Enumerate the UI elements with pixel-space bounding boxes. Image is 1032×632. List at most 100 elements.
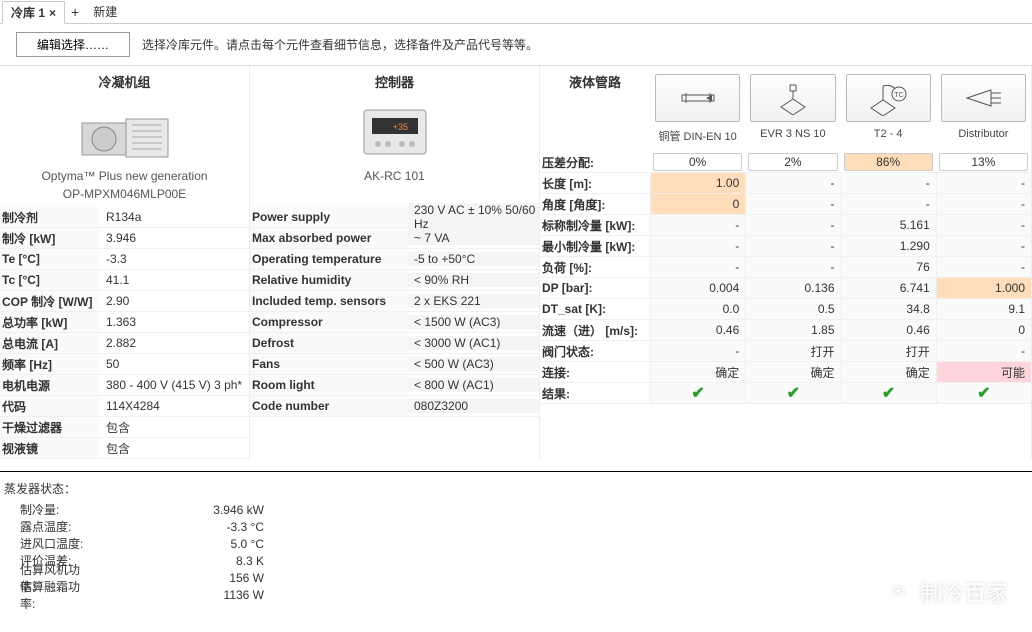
prop-label: 代码: [0, 396, 100, 416]
liquid-cell[interactable]: 0%: [653, 153, 742, 171]
prop-value: -5 to +50°C: [408, 252, 539, 266]
col1-header: 冷凝机组: [0, 66, 249, 97]
col2-row: Compressor< 1500 W (AC3): [250, 312, 539, 333]
status-row: 估算风机功率:156 W: [4, 569, 1028, 586]
prop-value: 3.946: [100, 231, 249, 245]
liquid-cell: 打开: [841, 341, 936, 361]
wechat-icon: ✉: [884, 578, 912, 606]
liquid-cell: 0.46: [841, 320, 936, 340]
liquid-cell: ✔: [650, 383, 745, 403]
liquid-cell: -: [650, 341, 745, 361]
prop-label: Compressor: [250, 312, 408, 332]
col1-row: 视液镜包含: [0, 438, 249, 459]
component-label: EVR 3 NS 10: [747, 126, 838, 146]
liquid-cell: 1.85: [745, 320, 840, 340]
prop-value: 1.363: [100, 315, 249, 329]
col2-row: Fans< 500 W (AC3): [250, 354, 539, 375]
liquid-row: DT_sat [K]:0.00.534.89.1: [540, 299, 1031, 320]
col3-header: 液体管路: [540, 66, 650, 152]
col2-row: Defrost< 3000 W (AC1): [250, 333, 539, 354]
liquid-label: 负荷 [%]:: [540, 259, 650, 276]
col1-row: 制冷 [kW]3.946: [0, 228, 249, 249]
liquid-cell: -: [650, 236, 745, 256]
prop-label: 总电流 [A]: [0, 333, 100, 353]
liquid-cell: 可能: [936, 362, 1031, 382]
liquid-cell: 5.161: [841, 215, 936, 235]
component-valve[interactable]: EVR 3 NS 10: [745, 66, 840, 152]
tab-coldroom-1[interactable]: 冷库 1 ×: [2, 1, 65, 24]
status-label: 进风口温度:: [4, 535, 84, 552]
liquid-cell: -: [650, 257, 745, 277]
check-icon: ✔: [882, 383, 895, 403]
liquid-row: 角度 [角度]:0---: [540, 194, 1031, 215]
prop-value: 080Z3200: [408, 399, 539, 413]
liquid-cell: -: [936, 236, 1031, 256]
prop-label: 干燥过滤器: [0, 417, 100, 437]
status-row: 估算融霜功率:1136 W: [4, 586, 1028, 603]
liquid-label: 长度 [m]:: [540, 175, 650, 192]
liquid-cell: -: [841, 173, 936, 193]
prop-value: 2 x EKS 221: [408, 294, 539, 308]
component-label: T2 - 4: [843, 126, 934, 146]
component-distributor[interactable]: Distributor: [936, 66, 1031, 152]
col2-row: Room light< 800 W (AC1): [250, 375, 539, 396]
prop-value: 包含: [100, 419, 249, 436]
liquid-cell: 0.136: [745, 278, 840, 298]
controller-image[interactable]: +35: [250, 97, 539, 167]
prop-value: -3.3: [100, 252, 249, 266]
tab-new[interactable]: 新建: [85, 1, 125, 22]
col2-row: Power supply230 V AC ± 10% 50/60 Hz: [250, 207, 539, 228]
component-txv[interactable]: TC T2 - 4: [841, 66, 936, 152]
liquid-cell[interactable]: 1.000: [936, 278, 1031, 298]
liquid-cell[interactable]: 13%: [939, 153, 1028, 171]
close-icon[interactable]: ×: [49, 6, 56, 20]
component-pipe[interactable]: 铜管 DIN-EN 10: [650, 66, 745, 152]
liquid-cell[interactable]: 86%: [844, 153, 933, 171]
svg-text:TC: TC: [894, 92, 903, 99]
watermark: ✉ 制冷百家: [884, 576, 1008, 608]
prop-value: 380 - 400 V (415 V) 3 ph*: [100, 378, 249, 392]
prop-value: 230 V AC ± 10% 50/60 Hz: [408, 203, 539, 231]
prop-value: 包含: [100, 440, 249, 457]
controller-icon: +35: [360, 106, 430, 158]
col1-row: 总电流 [A]2.882: [0, 333, 249, 354]
liquid-cell: 0.46: [650, 320, 745, 340]
col1-row: 电机电源380 - 400 V (415 V) 3 ph*: [0, 375, 249, 396]
liquid-cell: 0.004: [650, 278, 745, 298]
pipe-icon: [655, 74, 740, 122]
status-row: 露点温度:-3.3 °C: [4, 518, 1028, 535]
liquid-label: 结果:: [540, 385, 650, 402]
liquid-cell: -: [936, 173, 1031, 193]
liquid-cell: -: [936, 215, 1031, 235]
prop-label: 频率 [Hz]: [0, 354, 100, 374]
liquid-cell: ✔: [841, 383, 936, 403]
component-label: Distributor: [938, 126, 1029, 146]
prop-value: < 1500 W (AC3): [408, 315, 539, 329]
liquid-cell: -: [936, 257, 1031, 277]
col-controller: 控制器 +35 AK-RC 101 Power supply230 V AC ±…: [250, 66, 540, 459]
prop-label: Included temp. sensors: [250, 291, 408, 311]
prop-label: Te [°C]: [0, 249, 100, 269]
col2-header: 控制器: [250, 66, 539, 97]
liquid-label: 最小制冷量 [kW]:: [540, 238, 650, 255]
prop-label: COP 制冷 [W/W]: [0, 291, 100, 311]
liquid-cell[interactable]: 1.00: [650, 173, 745, 193]
liquid-cell: 确定: [745, 362, 840, 382]
liquid-label: 阀门状态:: [540, 343, 650, 360]
liquid-cell[interactable]: 0: [650, 194, 745, 214]
liquid-cell[interactable]: 2%: [748, 153, 837, 171]
compressor-icon: [80, 105, 170, 160]
condensing-unit-image[interactable]: [0, 97, 249, 167]
col1-row: 制冷剂R134a: [0, 207, 249, 228]
distributor-icon: [941, 74, 1026, 122]
liquid-cell: -: [936, 194, 1031, 214]
prop-label: Power supply: [250, 207, 408, 227]
liquid-cell: 0: [936, 320, 1031, 340]
add-tab-icon[interactable]: +: [65, 4, 85, 20]
col2-row: Operating temperature-5 to +50°C: [250, 249, 539, 270]
status-label: 露点温度:: [4, 518, 84, 535]
edit-select-button[interactable]: 编辑选择……: [16, 32, 130, 57]
liquid-cell: -: [841, 194, 936, 214]
prop-value: 2.90: [100, 294, 249, 308]
status-title: 蒸发器状态：: [4, 480, 1028, 501]
